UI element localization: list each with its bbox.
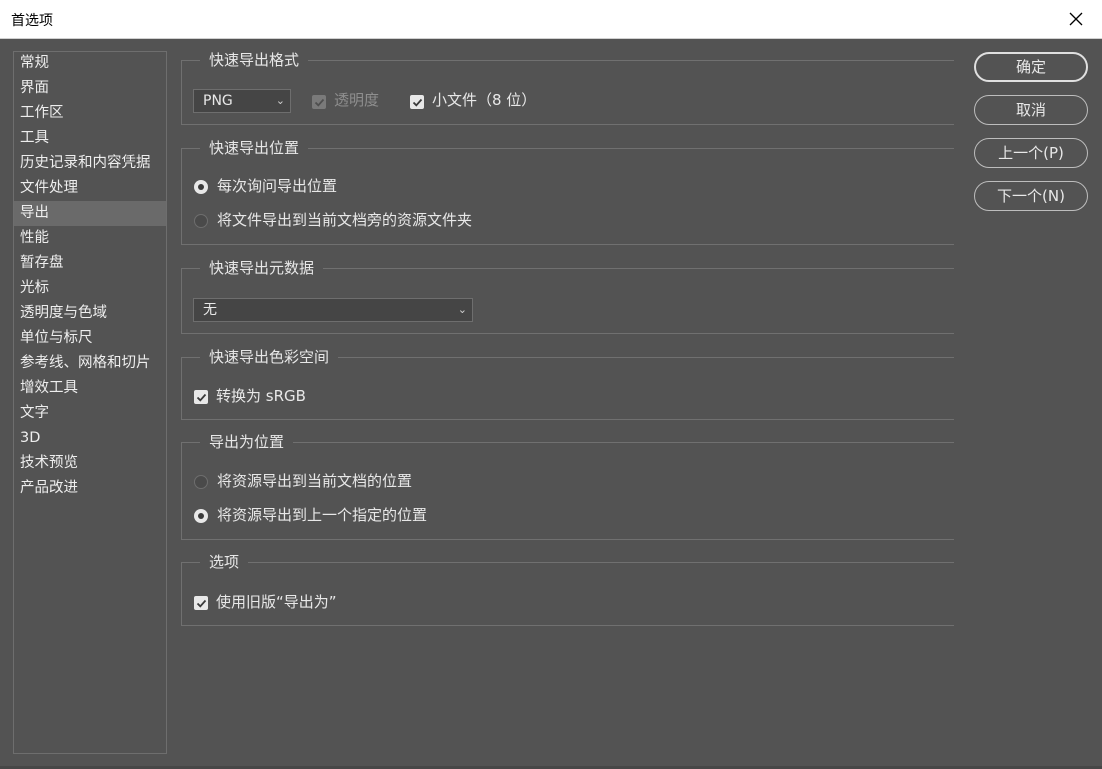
sidebar-item-product-improvement[interactable]: 产品改进 [14,476,166,501]
sidebar-item-scratch-disks[interactable]: 暂存盘 [14,251,166,276]
transparency-label: 透明度 [334,91,380,109]
convert-srgb-checkbox[interactable] [194,390,208,404]
current-doc-location-radio[interactable] [194,475,208,489]
export-as-location-group: 导出为位置 将资源导出到当前文档的位置 将资源导出到上一个指定的位置 [181,432,954,540]
sidebar-item-guides-grid[interactable]: 参考线、网格和切片 [14,351,166,376]
sidebar-item-workspace[interactable]: 工作区 [14,101,166,126]
sidebar-item-cursors[interactable]: 光标 [14,276,166,301]
sidebar-item-history[interactable]: 历史记录和内容凭据 [14,151,166,176]
metadata-select[interactable]: 无 ⌄ [193,298,473,322]
quick-export-format-group: 快速导出格式 PNG ⌄ 透明度 小文件（8 位） [181,50,954,125]
checkmark-icon [196,393,206,402]
checkmark-icon [412,98,422,107]
sidebar-item-tools[interactable]: 工具 [14,126,166,151]
chevron-down-icon: ⌄ [275,94,285,107]
quick-export-location-group: 快速导出位置 每次询问导出位置 将文件导出到当前文档旁的资源文件夹 [181,138,954,245]
sidebar-item-3d[interactable]: 3D [14,426,166,451]
transparency-checkbox[interactable] [312,95,326,109]
next-button[interactable]: 下一个(N) [974,181,1088,211]
sidebar-item-file-handling[interactable]: 文件处理 [14,176,166,201]
category-list: 常规 界面 工作区 工具 历史记录和内容凭据 文件处理 导出 性能 暂存盘 光标… [13,51,167,754]
convert-srgb-label: 转换为 sRGB [216,387,306,405]
sidebar-item-export[interactable]: 导出 [14,201,166,226]
last-location-label: 将资源导出到上一个指定的位置 [217,506,428,524]
legacy-export-checkbox[interactable] [194,596,208,610]
quick-export-colorspace-group: 快速导出色彩空间 转换为 sRGB [181,347,954,420]
legacy-export-label: 使用旧版“导出为” [216,593,337,611]
assets-folder-label: 将文件导出到当前文档旁的资源文件夹 [217,211,473,229]
sidebar-item-units-rulers[interactable]: 单位与标尺 [14,326,166,351]
checkmark-icon [196,599,206,608]
small-file-checkbox[interactable] [410,95,424,109]
chevron-down-icon: ⌄ [457,303,467,316]
title-bar: 首选项 [0,0,1102,39]
options-group: 选项 使用旧版“导出为” [181,552,954,626]
group-title: 快速导出色彩空间 [200,347,339,367]
group-title: 快速导出位置 [200,138,309,158]
format-select-value: PNG [203,93,233,109]
checkmark-icon [314,98,324,107]
group-title: 快速导出格式 [200,50,309,70]
sidebar-item-plugins[interactable]: 增效工具 [14,376,166,401]
ok-button[interactable]: 确定 [974,52,1088,82]
format-select[interactable]: PNG ⌄ [193,89,291,113]
quick-export-metadata-group: 快速导出元数据 无 ⌄ [181,258,954,334]
sidebar-item-general[interactable]: 常规 [14,51,166,76]
close-button[interactable] [1064,7,1088,31]
group-title: 快速导出元数据 [200,258,324,278]
ask-location-radio[interactable] [194,180,208,194]
small-file-label: 小文件（8 位） [432,91,537,109]
sidebar-item-tech-previews[interactable]: 技术预览 [14,451,166,476]
metadata-select-value: 无 [203,302,217,318]
cancel-button[interactable]: 取消 [974,95,1088,125]
sidebar-item-transparency-gamut[interactable]: 透明度与色域 [14,301,166,326]
last-location-radio[interactable] [194,509,208,523]
close-icon [1069,12,1083,26]
sidebar-item-type[interactable]: 文字 [14,401,166,426]
group-title: 选项 [200,552,249,572]
group-title: 导出为位置 [200,432,294,452]
current-doc-location-label: 将资源导出到当前文档的位置 [217,472,413,490]
sidebar-item-interface[interactable]: 界面 [14,76,166,101]
previous-button[interactable]: 上一个(P) [974,138,1088,168]
sidebar-item-performance[interactable]: 性能 [14,226,166,251]
assets-folder-radio[interactable] [194,214,208,228]
window-title: 首选项 [11,13,53,29]
ask-location-label: 每次询问导出位置 [217,177,338,195]
